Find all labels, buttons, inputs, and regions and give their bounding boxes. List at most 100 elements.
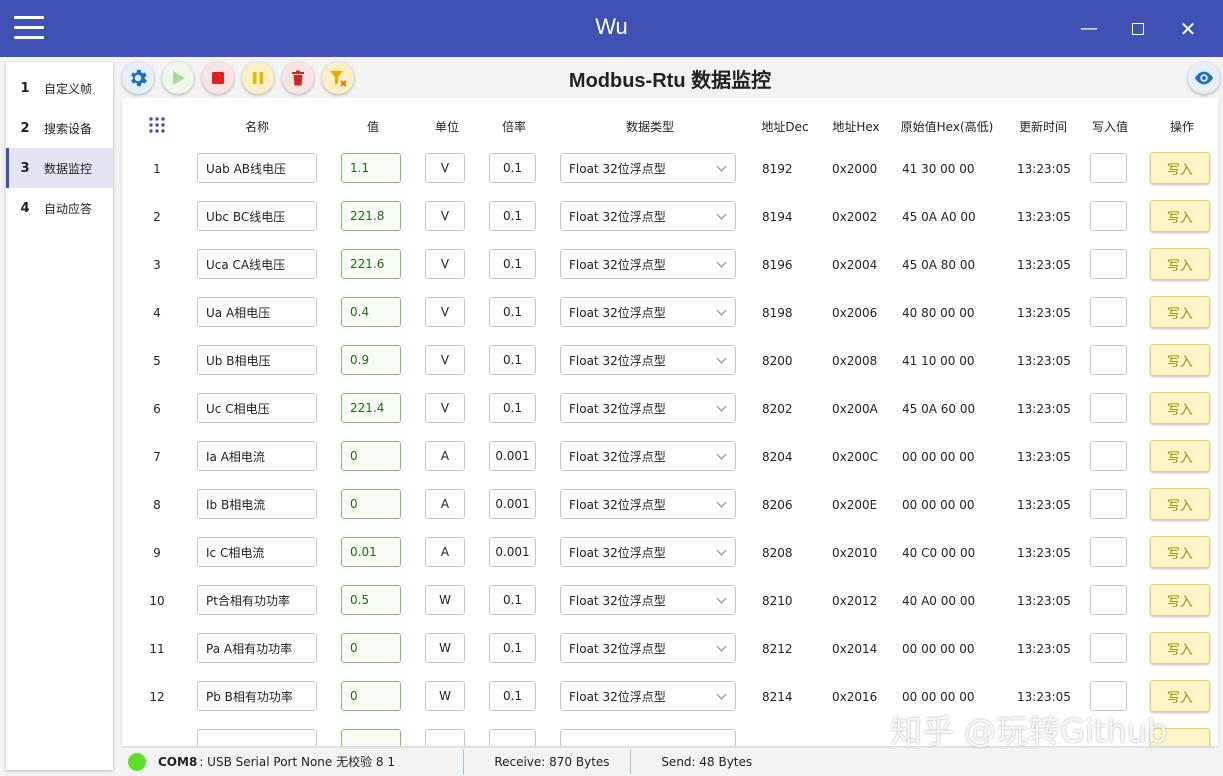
- unit-field[interactable]: A: [425, 537, 465, 567]
- name-field[interactable]: Pb B相有功功率: [197, 681, 317, 711]
- maximize-icon[interactable]: [1123, 14, 1153, 44]
- write-value-input[interactable]: [1090, 153, 1127, 183]
- name-field[interactable]: [197, 729, 317, 746]
- unit-field[interactable]: W: [425, 585, 465, 615]
- write-value-input[interactable]: [1090, 393, 1127, 423]
- write-button[interactable]: 写入: [1150, 440, 1210, 472]
- write-button[interactable]: 写入: [1150, 584, 1210, 616]
- write-button[interactable]: 写入: [1150, 392, 1210, 424]
- data-type-select[interactable]: Float 32位浮点型: [560, 441, 736, 471]
- scale-field[interactable]: 0.1: [489, 201, 536, 231]
- clear-filter-button[interactable]: [322, 62, 354, 94]
- name-field[interactable]: Ubc BC线电压: [197, 201, 317, 231]
- sidebar-item-data-monitor[interactable]: 3 数据监控: [6, 148, 113, 188]
- data-type-select[interactable]: Float 32位浮点型: [560, 393, 736, 423]
- raw-hex-value: 45 0A 80 00: [902, 258, 976, 272]
- write-value-input[interactable]: [1090, 585, 1127, 615]
- scale-field[interactable]: 0.001: [489, 537, 536, 567]
- name-field[interactable]: Ua A相电压: [197, 297, 317, 327]
- port-name: COM8: [158, 754, 198, 769]
- unit-field[interactable]: A: [425, 489, 465, 519]
- scale-field[interactable]: 0.1: [489, 393, 536, 423]
- unit-field[interactable]: V: [425, 249, 465, 279]
- unit-field[interactable]: V: [425, 153, 465, 183]
- unit-field[interactable]: W: [425, 681, 465, 711]
- close-icon[interactable]: ✕: [1173, 14, 1203, 44]
- scale-field[interactable]: 0.1: [489, 153, 536, 183]
- unit-field[interactable]: [425, 729, 465, 746]
- name-field[interactable]: Pa A相有功功率: [197, 633, 317, 663]
- name-field[interactable]: Pt合相有功功率: [197, 585, 317, 615]
- write-button[interactable]: 写入: [1150, 296, 1210, 328]
- scale-field[interactable]: 0.1: [489, 297, 536, 327]
- scale-field[interactable]: 0.1: [489, 345, 536, 375]
- write-button[interactable]: 写入: [1150, 536, 1210, 568]
- name-field[interactable]: Ia A相电流: [197, 441, 317, 471]
- scale-field[interactable]: 0.001: [489, 489, 536, 519]
- start-button[interactable]: [162, 62, 194, 94]
- sidebar-item-auto-reply[interactable]: 4 自动应答: [6, 188, 113, 228]
- scale-field[interactable]: 0.1: [489, 585, 536, 615]
- scale-field[interactable]: [489, 729, 536, 746]
- pause-button[interactable]: [242, 62, 274, 94]
- write-button[interactable]: 写入: [1150, 248, 1210, 280]
- write-value-input[interactable]: [1090, 537, 1127, 567]
- data-type-select[interactable]: Float 32位浮点型: [560, 297, 736, 327]
- data-type-select[interactable]: Float 32位浮点型: [560, 489, 736, 519]
- data-type-select[interactable]: Float 32位浮点型: [560, 249, 736, 279]
- write-button[interactable]: 写入: [1150, 200, 1210, 232]
- chevron-down-icon: [716, 545, 727, 556]
- data-type-select[interactable]: Float 32位浮点型: [560, 345, 736, 375]
- visibility-button[interactable]: [1188, 62, 1220, 94]
- scale-field[interactable]: 0.001: [489, 441, 536, 471]
- table-row: 4 Ua A相电压 0.4 V 0.1 Float 32位浮点型 8198 0x2006 40 …: [122, 289, 1218, 337]
- write-value-input[interactable]: [1090, 201, 1127, 231]
- unit-field[interactable]: W: [425, 633, 465, 663]
- write-value-input[interactable]: [1090, 441, 1127, 471]
- name-field[interactable]: Ib B相电流: [197, 489, 317, 519]
- write-value-input[interactable]: [1090, 249, 1127, 279]
- data-type-select[interactable]: Float 32位浮点型: [560, 681, 736, 711]
- write-button[interactable]: 写入: [1150, 488, 1210, 520]
- name-field[interactable]: Ub B相电压: [197, 345, 317, 375]
- header-data-type: 数据类型: [625, 120, 674, 134]
- write-value-input[interactable]: [1090, 345, 1127, 375]
- write-button[interactable]: 写入: [1150, 632, 1210, 664]
- name-field[interactable]: Ic C相电流: [197, 537, 317, 567]
- write-value-input[interactable]: [1090, 489, 1127, 519]
- unit-field[interactable]: V: [425, 201, 465, 231]
- header-raw-hex: 原始值Hex(高低): [900, 120, 994, 134]
- unit-field[interactable]: V: [425, 297, 465, 327]
- name-field[interactable]: Uab AB线电压: [197, 153, 317, 183]
- row-index: 1: [153, 162, 161, 176]
- unit-field[interactable]: V: [425, 393, 465, 423]
- write-button[interactable]: 写入: [1150, 344, 1210, 376]
- data-type-select[interactable]: Float 32位浮点型: [560, 201, 736, 231]
- data-type-select[interactable]: Float 32位浮点型: [560, 633, 736, 663]
- name-field[interactable]: Uc C相电压: [197, 393, 317, 423]
- name-field[interactable]: Uca CA线电压: [197, 249, 317, 279]
- grid-icon[interactable]: [148, 116, 166, 137]
- update-time: 13:23:05: [1017, 546, 1071, 560]
- data-type-select[interactable]: Float 32位浮点型: [560, 153, 736, 183]
- scale-field[interactable]: 0.1: [489, 633, 536, 663]
- write-button[interactable]: 写入: [1150, 152, 1210, 184]
- data-type-select[interactable]: Float 32位浮点型: [560, 585, 736, 615]
- sidebar-item-number: 3: [20, 160, 30, 176]
- unit-field[interactable]: A: [425, 441, 465, 471]
- minimize-icon[interactable]: —: [1074, 14, 1104, 44]
- sidebar-item-custom-frame[interactable]: 1 自定义帧: [6, 68, 113, 108]
- data-type-select[interactable]: Float 32位浮点型: [560, 537, 736, 567]
- write-value-input[interactable]: [1090, 633, 1127, 663]
- write-value-input[interactable]: [1090, 297, 1127, 327]
- settings-button[interactable]: [122, 62, 154, 94]
- scale-field[interactable]: 0.1: [489, 249, 536, 279]
- unit-field[interactable]: V: [425, 345, 465, 375]
- scale-field[interactable]: 0.1: [489, 681, 536, 711]
- delete-button[interactable]: [282, 62, 314, 94]
- stop-button[interactable]: [202, 62, 234, 94]
- data-type-select[interactable]: [560, 729, 736, 746]
- address-dec: 8202: [762, 402, 793, 416]
- play-icon: [173, 71, 185, 85]
- sidebar-item-search-device[interactable]: 2 搜索设备: [6, 108, 113, 148]
